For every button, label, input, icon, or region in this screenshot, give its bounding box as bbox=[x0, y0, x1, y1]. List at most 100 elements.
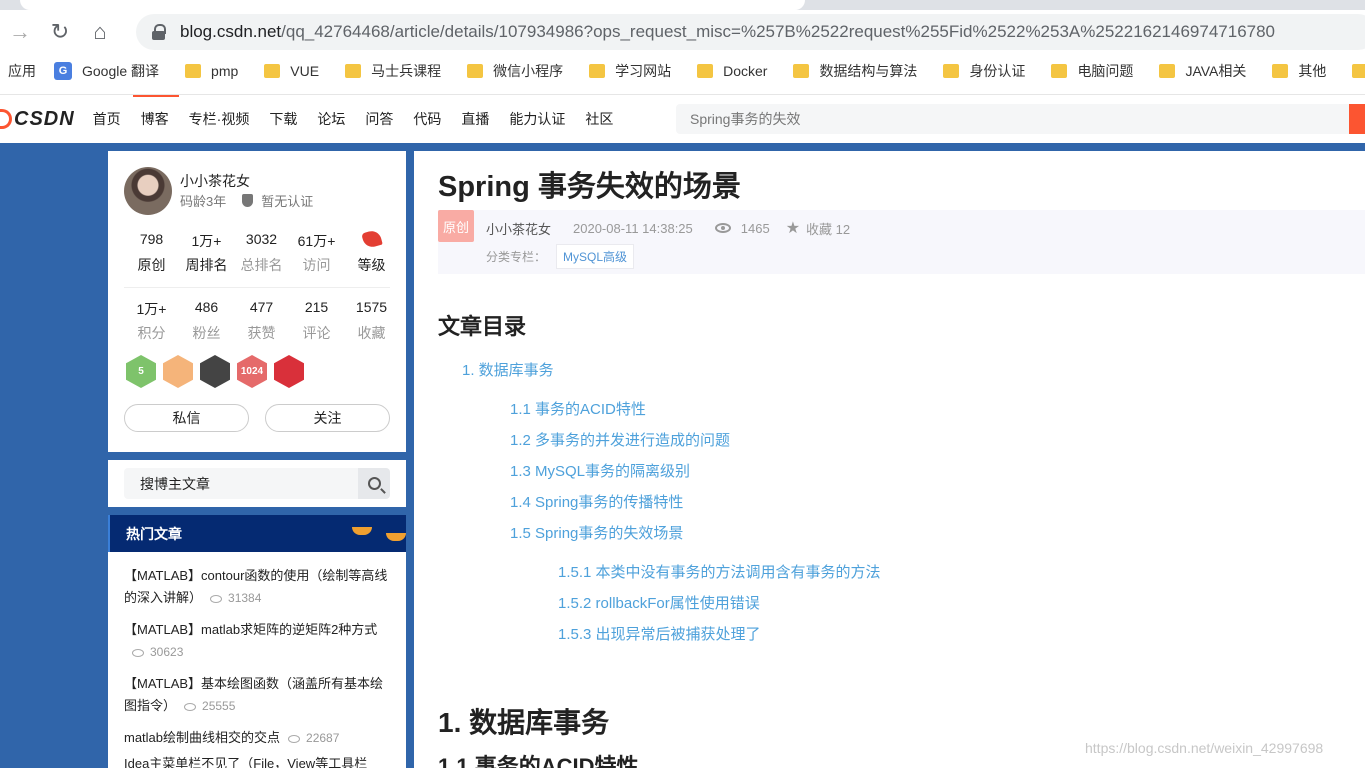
toc-item[interactable]: 1. 数据库事务 bbox=[462, 359, 554, 380]
badge-icon[interactable] bbox=[163, 355, 193, 388]
avatar[interactable] bbox=[124, 167, 172, 215]
author-name[interactable]: 小小茶花女 bbox=[180, 171, 250, 191]
stat-points: 1万+ 积分 bbox=[136, 301, 167, 341]
list-item[interactable]: matlab绘制曲线相交的交点 22687 bbox=[124, 727, 392, 749]
eye-icon bbox=[714, 223, 731, 233]
list-item[interactable]: 【MATLAB】contour函数的使用（绘制等高线的深入讲解） 31384 bbox=[124, 565, 392, 609]
folder-icon bbox=[793, 64, 810, 78]
home-icon[interactable]: ⌂ bbox=[80, 14, 120, 50]
bookmark-msb[interactable]: 马士兵课程 bbox=[345, 61, 441, 81]
badge-icon[interactable]: 5 bbox=[126, 355, 156, 388]
article-favorites[interactable]: ★ 收藏 12 bbox=[786, 218, 850, 238]
bookmark-auth[interactable]: 身份认证 bbox=[943, 61, 1025, 81]
bookmark-google-translate[interactable]: G Google 翻译 bbox=[54, 61, 159, 81]
author-meta: 码龄3年 暂无认证 bbox=[180, 194, 314, 209]
folder-icon bbox=[467, 64, 484, 78]
bookmarks-bar: 应用 G Google 翻译 pmp VUE 马士兵课程 微信小程序 学习网站 D… bbox=[0, 54, 1365, 88]
bookmark-docker[interactable]: Docker bbox=[697, 63, 767, 79]
bookmark-more[interactable]: 面 bbox=[1352, 61, 1365, 81]
address-bar-row: → ↻ ⌂ blog.csdn.net/qq_42764468/article/… bbox=[0, 10, 1365, 54]
list-item[interactable]: 【MATLAB】基本绘图函数（涵盖所有基本绘图指令） 25555 bbox=[124, 673, 392, 717]
toc-item[interactable]: 1.5.1 本类中没有事务的方法调用含有事务的方法 bbox=[558, 561, 881, 582]
stat-level[interactable]: 等级 bbox=[344, 228, 399, 275]
folder-icon bbox=[345, 64, 362, 78]
site-search-button[interactable] bbox=[1349, 104, 1365, 134]
article-title: Spring 事务失效的场景 bbox=[438, 171, 741, 203]
watermark: https://blog.csdn.net/weixin_42997698 bbox=[1085, 740, 1324, 756]
url-input[interactable]: blog.csdn.net/qq_42764468/article/detail… bbox=[136, 14, 1365, 50]
badge-icon[interactable] bbox=[274, 355, 304, 388]
nav-home[interactable]: 首页 bbox=[93, 95, 121, 143]
stats-row-1: 798 原创 1万+ 周排名 3032 总排名 61万+ 访问 等级 bbox=[108, 228, 406, 275]
folder-icon bbox=[1352, 64, 1365, 78]
article-category-row: 分类专栏： MySQL高级 bbox=[486, 244, 635, 269]
stat-total-rank[interactable]: 3032 总排名 bbox=[234, 231, 289, 275]
toc-item[interactable]: 1.5 Spring事务的失效场景 bbox=[510, 522, 683, 543]
nav-community[interactable]: 社区 bbox=[585, 95, 613, 143]
nav-cert[interactable]: 能力认证 bbox=[509, 95, 565, 143]
bookmark-study[interactable]: 学习网站 bbox=[589, 61, 671, 81]
boat-icon bbox=[352, 527, 372, 535]
article-meta-bar: 原创 小小茶花女 2020-08-11 14:38:25 1465 ★ 收藏 12… bbox=[438, 210, 1365, 274]
bookmark-pc[interactable]: 电脑问题 bbox=[1051, 61, 1133, 81]
list-item[interactable]: 【MATLAB】matlab求矩阵的逆矩阵2种方式30623 bbox=[124, 619, 392, 663]
nav-blog[interactable]: 博客 bbox=[132, 95, 179, 143]
bookmark-wechat[interactable]: 微信小程序 bbox=[467, 61, 563, 81]
bookmark-pmp[interactable]: pmp bbox=[185, 63, 238, 79]
toc-item[interactable]: 1.2 多事务的并发进行造成的问题 bbox=[510, 429, 730, 450]
article-meta: 小小茶花女 2020-08-11 14:38:25 1465 ★ 收藏 12 bbox=[486, 218, 850, 238]
follow-button[interactable]: 关注 bbox=[265, 404, 390, 432]
bookmark-java[interactable]: JAVA相关 bbox=[1159, 61, 1246, 81]
hot-articles-list: 【MATLAB】contour函数的使用（绘制等高线的深入讲解） 31384 【M… bbox=[124, 565, 392, 768]
list-item[interactable]: Idea主菜单栏不见了（File，View等工具栏 bbox=[124, 753, 392, 768]
folder-icon bbox=[943, 64, 960, 78]
stats-row-2: 1万+ 积分 486 粉丝 477 获赞 215 评论 1575 收藏 bbox=[108, 299, 406, 343]
google-translate-icon: G bbox=[54, 62, 72, 80]
url-path: /qq_42764468/article/details/107934986?o… bbox=[281, 22, 1276, 41]
stat-fans: 486 粉丝 bbox=[192, 299, 221, 341]
folder-icon bbox=[1272, 64, 1289, 78]
author-profile-card: 小小茶花女 码龄3年 暂无认证 798 原创 1万+ 周排名 3032 总排名 61万… bbox=[108, 151, 406, 452]
tab-strip bbox=[0, 0, 1365, 10]
blogger-search-input[interactable]: 搜博主文章 bbox=[124, 468, 358, 499]
active-tab[interactable] bbox=[20, 0, 805, 10]
toc-item[interactable]: 1.5.3 出现异常后被捕获处理了 bbox=[558, 623, 761, 644]
bookmark-ds[interactable]: 数据结构与算法 bbox=[793, 61, 917, 81]
eye-icon bbox=[132, 648, 144, 657]
toc-item[interactable]: 1.3 MySQL事务的隔离级别 bbox=[510, 460, 690, 481]
stat-week-rank[interactable]: 1万+ 周排名 bbox=[179, 231, 234, 275]
nav-column-video[interactable]: 专栏·视频 bbox=[189, 95, 250, 143]
hot-articles-card: 热门文章 【MATLAB】contour函数的使用（绘制等高线的深入讲解） 313… bbox=[108, 515, 406, 768]
blogger-search-button[interactable] bbox=[358, 468, 390, 499]
nav-qa[interactable]: 问答 bbox=[365, 95, 393, 143]
article-main: Spring 事务失效的场景 原创 小小茶花女 2020-08-11 14:38… bbox=[414, 151, 1365, 768]
nav-code[interactable]: 代码 bbox=[413, 95, 441, 143]
message-button[interactable]: 私信 bbox=[124, 404, 249, 432]
nav-download[interactable]: 下载 bbox=[269, 95, 297, 143]
reload-icon[interactable]: ↻ bbox=[40, 14, 80, 50]
folder-icon bbox=[185, 64, 202, 78]
csdn-logo[interactable]: CSDN bbox=[0, 108, 75, 131]
badge-icon[interactable] bbox=[200, 355, 230, 388]
bookmark-vue[interactable]: VUE bbox=[264, 63, 319, 79]
stat-original[interactable]: 798 原创 bbox=[124, 231, 179, 275]
folder-icon bbox=[589, 64, 606, 78]
article-author[interactable]: 小小茶花女 bbox=[486, 219, 551, 238]
eye-icon bbox=[288, 734, 301, 743]
section-heading-1-1: 1.1 事务的ACID特性 bbox=[438, 754, 639, 768]
csdn-logo-mark-icon bbox=[0, 109, 12, 129]
back-arrow-icon[interactable]: → bbox=[0, 14, 40, 50]
badge-icon[interactable]: 1024 bbox=[237, 355, 267, 388]
category-tag[interactable]: MySQL高级 bbox=[556, 244, 635, 269]
bookmark-apps[interactable]: 应用 bbox=[8, 61, 36, 81]
toc-item[interactable]: 1.5.2 rollbackFor属性使用错误 bbox=[558, 592, 760, 613]
nav-forum[interactable]: 论坛 bbox=[317, 95, 345, 143]
bookmark-other[interactable]: 其他 bbox=[1272, 61, 1326, 81]
stat-likes: 477 获赞 bbox=[247, 299, 276, 341]
toc-item[interactable]: 1.4 Spring事务的传播特性 bbox=[510, 491, 683, 512]
site-search-input[interactable]: Spring事务的失效 bbox=[676, 104, 1356, 134]
nav-live[interactable]: 直播 bbox=[461, 95, 489, 143]
hot-articles-title: 热门文章 bbox=[108, 515, 406, 552]
blogger-search-card: 搜博主文章 bbox=[108, 460, 406, 507]
toc-item[interactable]: 1.1 事务的ACID特性 bbox=[510, 398, 646, 419]
